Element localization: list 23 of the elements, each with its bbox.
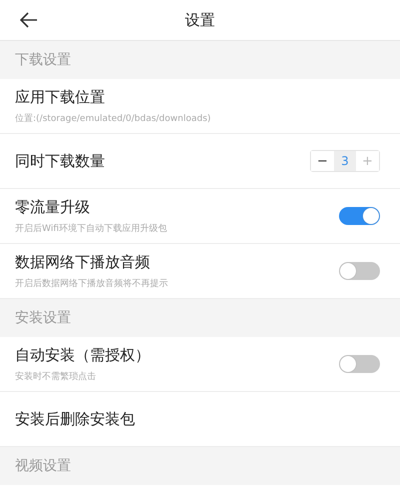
setting-label: 应用下载位置	[15, 88, 106, 106]
setting-label: 安装后删除安装包	[15, 410, 135, 428]
setting-label: 零流量升级	[15, 198, 91, 216]
page-title: 设置	[185, 10, 215, 30]
back-arrow-icon[interactable]	[20, 12, 38, 28]
setting-description: 安装时不需繁琐点击	[15, 370, 97, 382]
settings-row[interactable]: 自动安装（需授权） 安装时不需繁琐点击	[0, 337, 400, 392]
setting-description: 开启后Wifi环境下自动下载应用升级包	[15, 222, 167, 234]
toggle-switch[interactable]	[339, 355, 380, 373]
settings-row[interactable]: 应用下载位置 位置:(/storage/emulated/0/bdas/downloads)	[0, 79, 400, 134]
settings-row[interactable]: 零流量升级 开启后Wifi环境下自动下载应用升级包	[0, 189, 400, 244]
settings-row[interactable]: 同时下载数量 − 3 +	[0, 134, 400, 189]
setting-label: 自动安装（需授权）	[15, 346, 150, 364]
toggle-switch[interactable]	[339, 262, 380, 280]
setting-description: 位置:(/storage/emulated/0/bdas/downloads)	[15, 112, 211, 124]
setting-label: 数据网络下播放音频	[15, 252, 151, 272]
section-title: 安装设置	[15, 309, 71, 327]
section-title: 视频设置	[15, 457, 71, 475]
quantity-value: 3	[334, 151, 356, 171]
section-title: 下载设置	[15, 51, 71, 69]
toggle-switch[interactable]	[339, 207, 380, 225]
setting-label: 同时下载数量	[15, 152, 105, 170]
setting-description: 开启后数据网络下播放音频将不再提示	[15, 278, 168, 290]
